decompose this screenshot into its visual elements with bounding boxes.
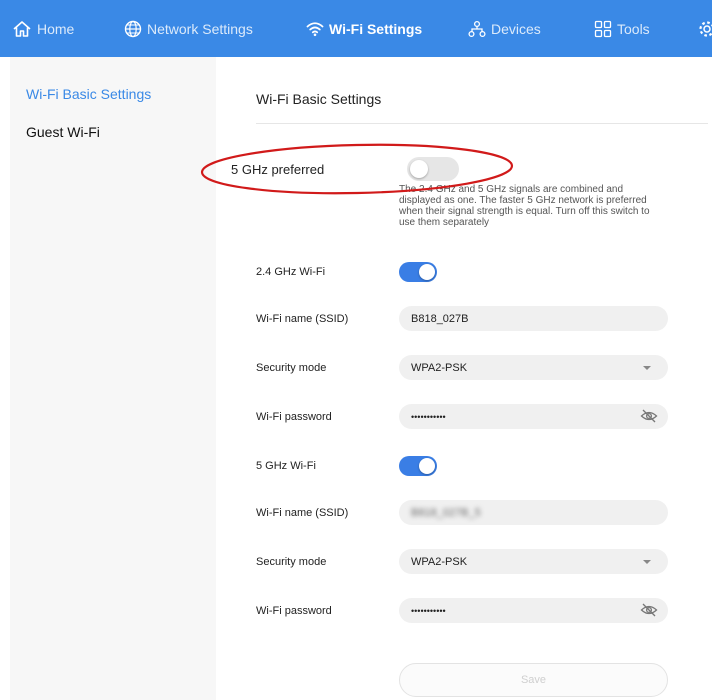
- ssid-24ghz-value: B818_027B: [411, 312, 469, 325]
- eye-off-icon[interactable]: [640, 408, 658, 424]
- wifi-5ghz-label: 5 GHz Wi-Fi: [256, 460, 316, 472]
- top-navigation-bar: Home Network Settings Wi-Fi Settings Dev…: [0, 0, 712, 57]
- password-5ghz-label: Wi-Fi password: [256, 605, 332, 617]
- password-24ghz-label: Wi-Fi password: [256, 411, 332, 423]
- nav-home[interactable]: Home: [12, 0, 74, 57]
- security-24ghz-select[interactable]: WPA2-PSK: [399, 355, 668, 380]
- tools-icon: [594, 20, 612, 37]
- wifi-icon: [306, 21, 324, 36]
- nav-wifi-settings[interactable]: Wi-Fi Settings: [306, 0, 422, 57]
- password-5ghz-value: •••••••••••: [411, 605, 446, 616]
- nav-devices[interactable]: Devices: [468, 0, 541, 57]
- nav-network-settings[interactable]: Network Settings: [124, 0, 253, 57]
- nav-tools-label: Tools: [617, 20, 650, 37]
- security-5ghz-value: WPA2-PSK: [411, 555, 468, 568]
- toggle-knob: [419, 458, 435, 474]
- nav-devices-label: Devices: [491, 20, 541, 37]
- eye-off-icon[interactable]: [640, 602, 658, 618]
- ssid-5ghz-value: B818_027B_5: [411, 506, 481, 519]
- wifi-5ghz-toggle[interactable]: [399, 456, 437, 476]
- wifi-24ghz-toggle[interactable]: [399, 262, 437, 282]
- nav-home-label: Home: [37, 20, 75, 37]
- ssid-5ghz-input[interactable]: B818_027B_5: [399, 500, 668, 525]
- security-24ghz-label: Security mode: [256, 362, 327, 374]
- sidebar-item-wifi-basic-settings[interactable]: Wi-Fi Basic Settings: [26, 86, 151, 102]
- toggle-knob: [410, 160, 428, 178]
- wifi-24ghz-label: 2.4 GHz Wi-Fi: [256, 266, 326, 278]
- page-title: Wi-Fi Basic Settings: [256, 91, 382, 107]
- sidebar-item-guest-wifi[interactable]: Guest Wi-Fi: [26, 124, 100, 140]
- security-24ghz-value: WPA2-PSK: [411, 361, 468, 374]
- five-ghz-preferred-description: The 2.4 GHz and 5 GHz signals are combin…: [399, 184, 650, 228]
- nav-wifi-settings-label: Wi-Fi Settings: [329, 20, 423, 37]
- five-ghz-preferred-label: 5 GHz preferred: [231, 162, 325, 177]
- ssid-24ghz-label: Wi-Fi name (SSID): [256, 313, 349, 325]
- security-5ghz-select[interactable]: WPA2-PSK: [399, 549, 668, 574]
- password-5ghz-input[interactable]: •••••••••••: [399, 598, 668, 623]
- title-divider: [256, 123, 708, 124]
- home-icon: [13, 20, 31, 37]
- toggle-knob: [419, 264, 435, 280]
- sidebar: Wi-Fi Basic Settings Guest Wi-Fi: [10, 57, 216, 700]
- ssid-24ghz-input[interactable]: B818_027B: [399, 306, 668, 331]
- globe-icon: [124, 20, 142, 37]
- nav-tools[interactable]: Tools: [594, 0, 650, 57]
- save-button[interactable]: Save: [399, 663, 668, 697]
- password-24ghz-value: •••••••••••: [411, 411, 446, 422]
- devices-icon: [468, 20, 486, 37]
- security-5ghz-label: Security mode: [256, 556, 327, 568]
- ssid-5ghz-label: Wi-Fi name (SSID): [256, 507, 349, 519]
- password-24ghz-input[interactable]: •••••••••••: [399, 404, 668, 429]
- gear-icon: [699, 20, 712, 37]
- five-ghz-preferred-toggle[interactable]: [407, 157, 459, 181]
- nav-network-settings-label: Network Settings: [147, 20, 253, 37]
- nav-settings[interactable]: [698, 0, 712, 57]
